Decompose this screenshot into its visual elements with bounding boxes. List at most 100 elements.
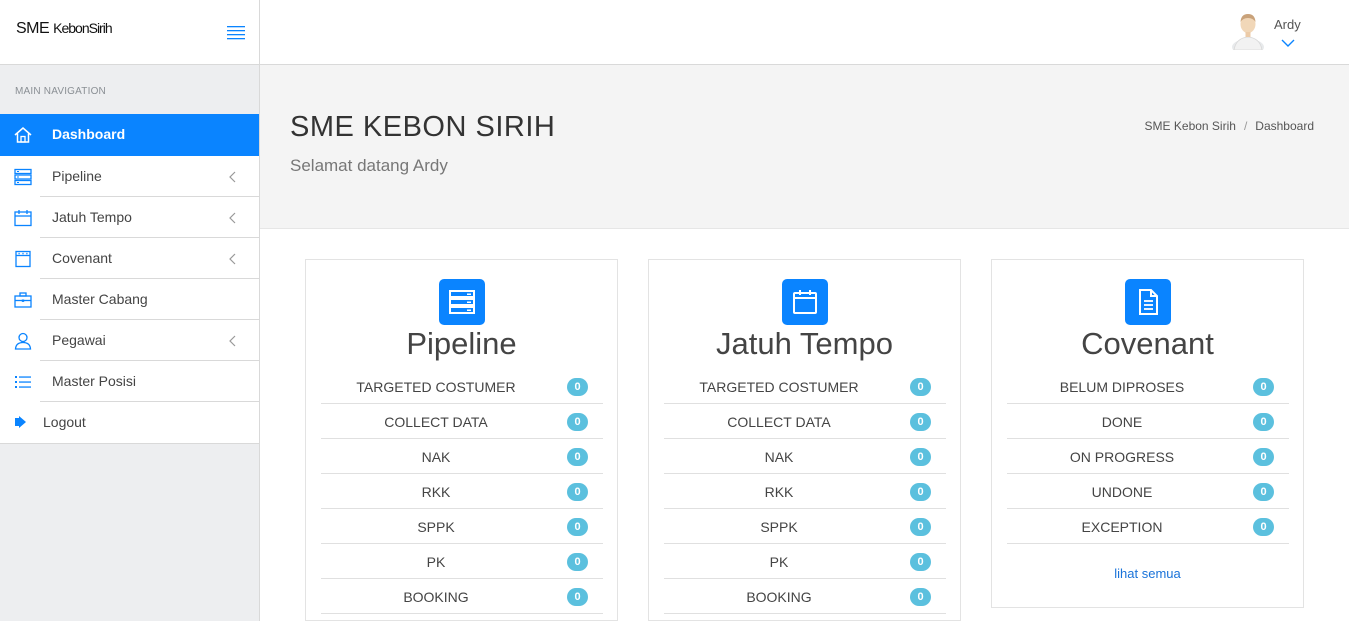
- row-label: UNDONE: [1091, 484, 1153, 500]
- list-item[interactable]: RKK 0: [664, 474, 946, 509]
- chevron-down-icon[interactable]: [1281, 35, 1295, 47]
- list-item[interactable]: TARGETED COSTUMER 0: [664, 369, 946, 404]
- row-label: COLLECT DATA: [727, 414, 831, 430]
- sidebar-item-dashboard[interactable]: Dashboard: [0, 114, 259, 156]
- list-item[interactable]: NAK 0: [321, 439, 603, 474]
- row-label: NAK: [421, 449, 451, 465]
- row-label: TARGETED COSTUMER: [699, 379, 859, 395]
- count-badge: 0: [910, 448, 931, 466]
- row-label: RKK: [421, 484, 451, 500]
- count-badge: 0: [910, 553, 931, 571]
- list-item[interactable]: SPPK 0: [664, 509, 946, 544]
- top-navbar: SME KebonSirih Ardy: [0, 0, 1349, 65]
- home-icon: [14, 126, 32, 144]
- count-badge: 0: [910, 483, 931, 501]
- hamburger-menu-icon[interactable]: [226, 24, 246, 40]
- sidebar-item-pipeline[interactable]: Pipeline: [14, 156, 259, 197]
- list-item[interactable]: PK 0: [664, 544, 946, 579]
- logout-icon: [14, 415, 28, 429]
- list-item[interactable]: UNDONE 0: [1007, 474, 1289, 509]
- count-badge: 0: [567, 518, 588, 536]
- chevron-left-icon: [228, 334, 236, 347]
- user-name: Ardy: [1274, 17, 1301, 32]
- list-item[interactable]: BOOKING 0: [321, 579, 603, 614]
- calendar-grid-icon: [14, 250, 32, 268]
- chevron-left-icon: [228, 252, 236, 265]
- chevron-left-icon: [228, 170, 236, 183]
- count-badge: 0: [910, 413, 931, 431]
- page-subtitle: Selamat datang Ardy: [290, 156, 448, 175]
- list-item[interactable]: PK 0: [321, 544, 603, 579]
- breadcrumb-separator: /: [1243, 119, 1248, 133]
- list-item[interactable]: RKK 0: [321, 474, 603, 509]
- list-item[interactable]: BELUM DIPROSES 0: [1007, 369, 1289, 404]
- server-icon: [439, 279, 485, 325]
- row-label: BOOKING: [403, 589, 469, 605]
- row-label: SPPK: [760, 519, 798, 535]
- list-item[interactable]: COLLECT DATA 0: [664, 404, 946, 439]
- document-icon: [1125, 279, 1171, 325]
- list-item[interactable]: NAK 0: [664, 439, 946, 474]
- sidebar-item-covenant[interactable]: Covenant: [15, 238, 259, 279]
- sidebar-item-label: Master Cabang: [52, 291, 148, 307]
- chevron-left-icon: [228, 211, 236, 224]
- breadcrumb: SME Kebon Sirih / Dashboard: [1145, 119, 1314, 133]
- content-header: SME KEBON SIRIH Selamat datang Ardy SME …: [260, 65, 1349, 229]
- sidebar-item-label: Pegawai: [52, 332, 106, 348]
- sidebar-item-label: Master Posisi: [52, 373, 137, 389]
- sidebar-item-label: Logout: [43, 414, 86, 430]
- sidebar-item-pegawai[interactable]: Pegawai: [14, 320, 259, 361]
- brand-logo[interactable]: SME KebonSirih: [16, 20, 113, 38]
- sidebar-item-label: Jatuh Tempo: [52, 209, 132, 225]
- user-icon: [14, 332, 32, 350]
- list-icon: [14, 373, 32, 391]
- see-all-link[interactable]: lihat semua: [992, 566, 1303, 581]
- sidebar-item-master-cabang[interactable]: Master Cabang: [14, 279, 259, 320]
- row-label: PK: [769, 554, 789, 570]
- sidebar-item-label: Dashboard: [52, 126, 126, 142]
- calendar-icon: [782, 279, 828, 325]
- sidebar-item-label: Pipeline: [52, 168, 102, 184]
- list-item[interactable]: COLLECT DATA 0: [321, 404, 603, 439]
- status-list: TARGETED COSTUMER 0 COLLECT DATA 0 NAK 0 RK…: [664, 369, 946, 614]
- row-label: DONE: [1101, 414, 1143, 430]
- brand-main: SME: [16, 20, 50, 37]
- list-item[interactable]: ON PROGRESS 0: [1007, 439, 1289, 474]
- pipeline-card: Pipeline TARGETED COSTUMER 0 COLLECT DATA…: [305, 259, 618, 621]
- count-badge: 0: [567, 413, 588, 431]
- row-label: RKK: [764, 484, 794, 500]
- row-label: EXCEPTION: [1081, 519, 1163, 535]
- count-badge: 0: [1253, 483, 1274, 501]
- nav-section-label: MAIN NAVIGATION: [15, 86, 106, 97]
- sidebar-item-logout[interactable]: Logout: [0, 402, 259, 443]
- list-item[interactable]: EXCEPTION 0: [1007, 509, 1289, 544]
- count-badge: 0: [1253, 378, 1274, 396]
- server-list-icon: [14, 168, 32, 186]
- count-badge: 0: [1253, 448, 1274, 466]
- list-item[interactable]: BOOKING 0: [664, 579, 946, 614]
- breadcrumb-home[interactable]: SME Kebon Sirih: [1145, 119, 1236, 133]
- sidebar-item-label: Covenant: [52, 250, 112, 266]
- card-title: Pipeline: [406, 326, 517, 361]
- row-label: COLLECT DATA: [384, 414, 488, 430]
- card-title: Covenant: [1081, 326, 1214, 361]
- count-badge: 0: [910, 378, 931, 396]
- list-item[interactable]: DONE 0: [1007, 404, 1289, 439]
- page-title: SME KEBON SIRIH: [290, 111, 556, 143]
- count-badge: 0: [567, 378, 588, 396]
- sidebar-item-jatuh-tempo[interactable]: Jatuh Tempo: [14, 197, 259, 238]
- brand-sub: KebonSirih: [53, 20, 112, 36]
- row-label: BOOKING: [746, 589, 812, 605]
- user-menu[interactable]: Ardy: [1230, 10, 1330, 55]
- count-badge: 0: [910, 588, 931, 606]
- row-label: PK: [426, 554, 446, 570]
- card-title: Jatuh Tempo: [716, 326, 893, 361]
- list-item[interactable]: TARGETED COSTUMER 0: [321, 369, 603, 404]
- row-label: ON PROGRESS: [1069, 449, 1175, 465]
- count-badge: 0: [1253, 518, 1274, 536]
- sidebar-item-master-posisi[interactable]: Master Posisi: [15, 361, 259, 402]
- list-item[interactable]: SPPK 0: [321, 509, 603, 544]
- brand-area: SME KebonSirih: [0, 0, 260, 65]
- main-navigation: Dashboard Pipeline Jatuh Tempo Covenant …: [0, 114, 259, 444]
- count-badge: 0: [567, 448, 588, 466]
